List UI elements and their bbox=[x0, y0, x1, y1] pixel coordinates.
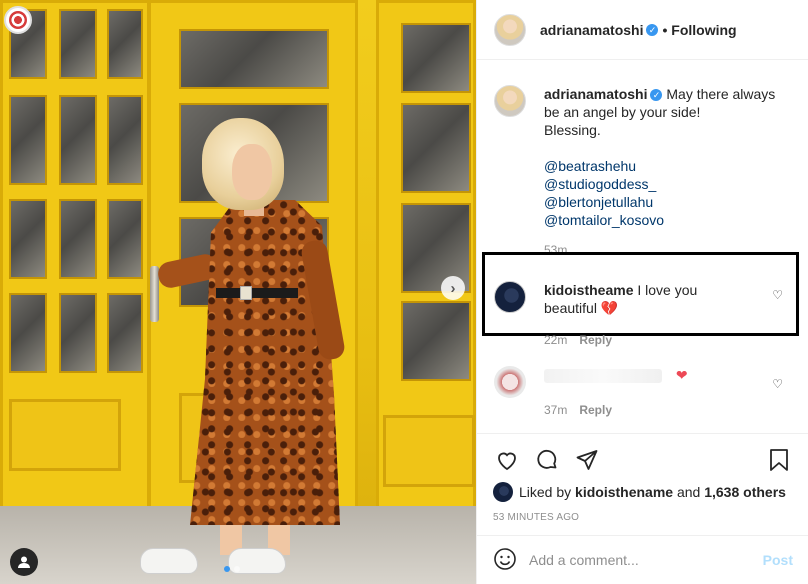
avatar[interactable] bbox=[494, 366, 526, 398]
comment-item: kidoistheame I love you beautiful 💔 bbox=[494, 281, 794, 317]
post-side-panel: adrianamatoshi ✓ • Following adrianamato… bbox=[476, 0, 808, 584]
likes-prefix: Liked by bbox=[519, 484, 572, 500]
like-comment-heart-icon[interactable]: ♡ bbox=[772, 377, 783, 391]
like-heart-icon[interactable] bbox=[493, 446, 521, 474]
following-button[interactable]: • Following bbox=[662, 22, 736, 38]
avatar[interactable] bbox=[494, 281, 526, 313]
avatar[interactable] bbox=[493, 482, 513, 502]
post-caption: adrianamatoshi ✓ May there always be an a… bbox=[494, 85, 794, 229]
user-tag-icon[interactable] bbox=[10, 548, 38, 576]
comment-input[interactable] bbox=[529, 552, 763, 568]
add-comment-bar: Post bbox=[477, 535, 808, 584]
red-heart-icon: ❤ bbox=[675, 367, 688, 383]
share-plane-icon[interactable] bbox=[573, 446, 601, 474]
post-button[interactable]: Post bbox=[763, 552, 793, 568]
like-comment-heart-icon[interactable]: ♡ bbox=[772, 288, 783, 302]
likes-count[interactable]: 1,638 others bbox=[704, 484, 786, 500]
reply-button[interactable]: Reply bbox=[579, 333, 612, 347]
post-timestamp[interactable]: 53 MINUTES AGO bbox=[493, 512, 793, 523]
reply-button[interactable]: Reply bbox=[579, 403, 612, 417]
avatar[interactable] bbox=[494, 85, 526, 117]
post-header: adrianamatoshi ✓ • Following bbox=[477, 0, 808, 60]
broken-heart-icon: 💔 bbox=[600, 300, 619, 316]
likes-summary: Liked by kidoisthename and 1,638 others bbox=[493, 482, 793, 502]
right-door bbox=[376, 0, 476, 510]
verified-badge-icon: ✓ bbox=[646, 23, 659, 36]
emoji-smiley-icon[interactable] bbox=[493, 547, 517, 574]
mention-link[interactable]: @tomtailor_kosovo bbox=[544, 211, 794, 229]
woman-figure bbox=[140, 110, 360, 580]
caption-line2: Blessing. bbox=[544, 122, 601, 138]
verified-badge-icon: ✓ bbox=[650, 89, 663, 102]
comment-time[interactable]: 37m bbox=[544, 403, 567, 417]
comments-list[interactable]: adrianamatoshi ✓ May there always be an a… bbox=[477, 61, 808, 433]
post-photo[interactable]: › bbox=[0, 0, 476, 584]
mention-link[interactable]: @blertonjetullahu bbox=[544, 193, 794, 211]
liked-by-user[interactable]: kidoisthename bbox=[575, 484, 673, 500]
header-username[interactable]: adrianamatoshi bbox=[540, 22, 643, 38]
comment-bubble-icon[interactable] bbox=[533, 446, 561, 474]
carousel-indicator bbox=[224, 566, 240, 572]
avatar[interactable] bbox=[494, 13, 526, 46]
chevron-right-icon[interactable]: › bbox=[441, 276, 465, 300]
comment-meta: 37m Reply bbox=[544, 403, 612, 417]
caption-username[interactable]: adrianamatoshi bbox=[544, 86, 647, 102]
post-actions: Liked by kidoisthename and 1,638 others … bbox=[477, 433, 808, 523]
brand-logo-icon bbox=[4, 6, 32, 34]
comment-username[interactable]: kidoistheame bbox=[544, 282, 633, 298]
comment-item: ❤ bbox=[494, 366, 794, 398]
left-door bbox=[0, 0, 150, 510]
likes-joiner: and bbox=[676, 484, 701, 500]
comment-meta: 22m Reply bbox=[544, 333, 612, 347]
mention-link[interactable]: @studiogoddess_ bbox=[544, 175, 794, 193]
bookmark-icon[interactable] bbox=[765, 446, 793, 474]
blurred-comment-text bbox=[544, 369, 662, 384]
mention-link[interactable]: @beatrashehu bbox=[544, 157, 794, 175]
comment-time[interactable]: 22m bbox=[544, 333, 567, 347]
